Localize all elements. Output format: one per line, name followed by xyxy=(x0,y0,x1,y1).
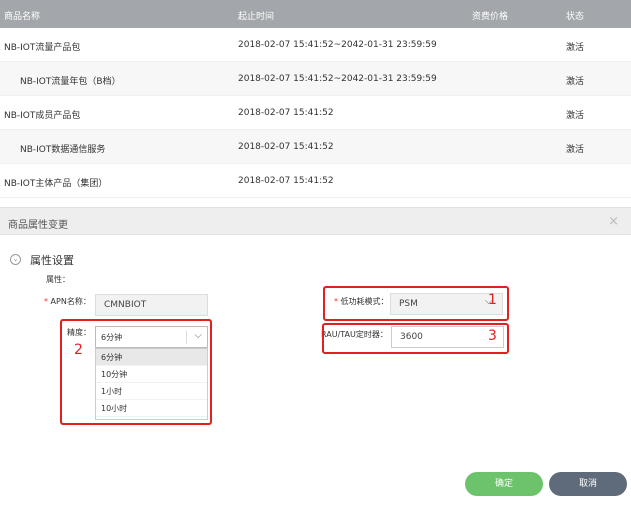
col-header-price: 资费价格 xyxy=(472,12,509,22)
cell-status: 激活 xyxy=(566,77,585,87)
cell-time: 2018-02-07 15:41:52 xyxy=(238,108,334,118)
confirm-button[interactable]: 确定 xyxy=(465,472,543,496)
annotation-number-2: 2 xyxy=(74,342,83,358)
product-table: 商品名称 起止时间 资费价格 状态 NB-IOT流量产品包 2018-02-07… xyxy=(0,0,631,198)
table-header: 商品名称 起止时间 资费价格 状态 xyxy=(0,0,631,28)
attr-label: 属性： xyxy=(46,275,70,284)
cell-status: 激活 xyxy=(566,43,585,53)
cell-status: 激活 xyxy=(566,145,585,155)
annotation-box-2 xyxy=(60,319,212,425)
col-header-time: 起止时间 xyxy=(238,12,275,22)
col-header-status: 状态 xyxy=(566,12,585,22)
annotation-box-1 xyxy=(323,286,509,321)
table-row[interactable]: NB-IOT流量年包（B档） 2018-02-07 15:41:52~2042-… xyxy=(0,62,631,96)
cell-name: NB-IOT数据通信服务 xyxy=(20,145,106,155)
close-icon[interactable]: × xyxy=(608,214,619,229)
section-title: 属性设置 xyxy=(30,254,74,267)
table-row[interactable]: NB-IOT流量产品包 2018-02-07 15:41:52~2042-01-… xyxy=(0,28,631,62)
annotation-number-1: 1 xyxy=(488,292,497,308)
col-header-name: 商品名称 xyxy=(4,12,41,22)
annotation-number-3: 3 xyxy=(488,328,497,344)
panel-title: 商品属性变更 xyxy=(8,220,68,231)
required-mark: * xyxy=(44,297,48,306)
cell-time: 2018-02-07 15:41:52 xyxy=(238,142,334,152)
cell-name: NB-IOT流量产品包 xyxy=(4,43,81,53)
cell-time: 2018-02-07 15:41:52~2042-01-31 23:59:59 xyxy=(238,74,437,84)
cell-time: 2018-02-07 15:41:52 xyxy=(238,176,334,186)
collapse-toggle-icon[interactable]: ⌄ xyxy=(10,254,21,265)
cell-time: 2018-02-07 15:41:52~2042-01-31 23:59:59 xyxy=(238,40,437,50)
cancel-button[interactable]: 取消 xyxy=(549,472,627,496)
annotation-box-3 xyxy=(322,323,509,354)
table-row[interactable]: NB-IOT数据通信服务 2018-02-07 15:41:52 激活 xyxy=(0,130,631,164)
panel-header: 商品属性变更 × xyxy=(0,207,631,235)
cell-name: NB-IOT成员产品包 xyxy=(4,111,81,121)
apn-label: * APN名称： xyxy=(44,296,91,307)
apn-input[interactable]: CMNBIOT xyxy=(95,294,208,316)
table-row[interactable]: NB-IOT主体产品（集团） 2018-02-07 15:41:52 xyxy=(0,164,631,198)
table-row[interactable]: NB-IOT成员产品包 2018-02-07 15:41:52 激活 xyxy=(0,96,631,130)
apn-label-text: APN名称： xyxy=(50,297,91,306)
cell-name: NB-IOT主体产品（集团） xyxy=(4,179,108,189)
cell-name: NB-IOT流量年包（B档） xyxy=(20,77,121,87)
cell-status: 激活 xyxy=(566,111,585,121)
